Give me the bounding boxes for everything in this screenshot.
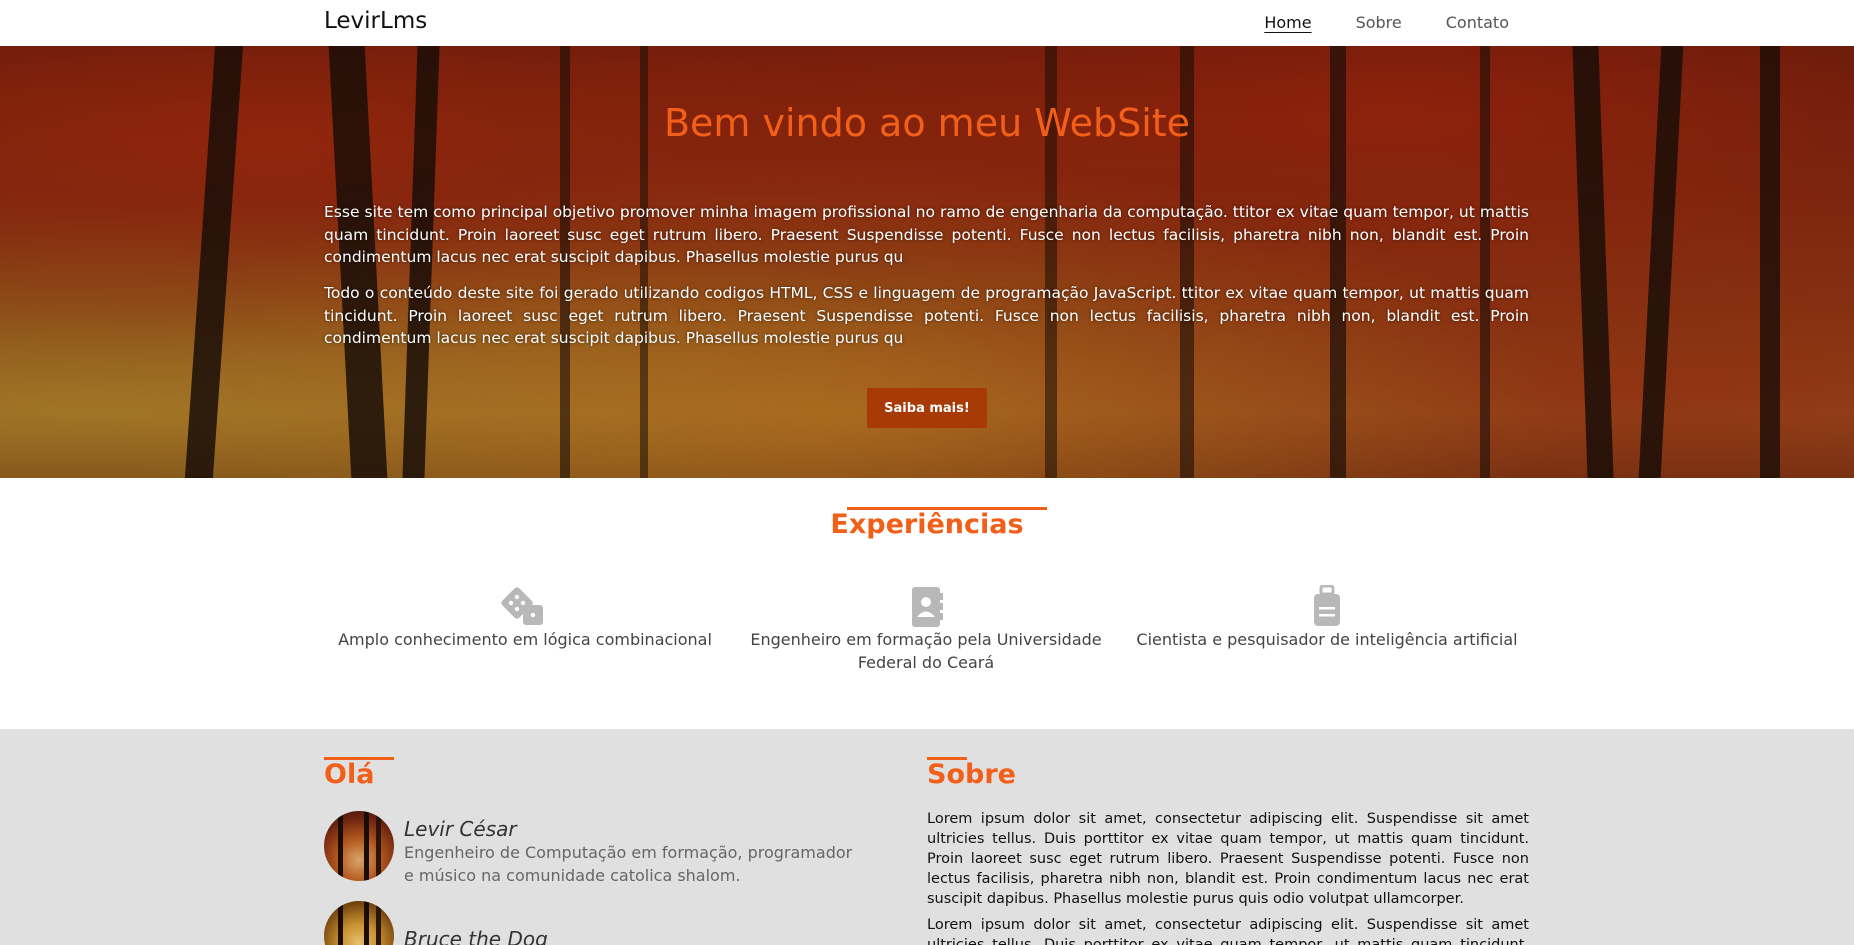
about-paragraph-2: Lorem ipsum dolor sit amet, consectetur … (927, 917, 1529, 945)
about-paragraph-1: Lorem ipsum dolor sit amet, consectetur … (927, 811, 1529, 907)
navbar: LevirLms Home Sobre Contato (0, 0, 1854, 46)
experience-label: Cientista e pesquisador de inteligência … (1136, 630, 1518, 649)
avatar (324, 901, 394, 945)
experience-item: Amplo conhecimento em lógica combinacion… (330, 585, 720, 652)
nav-link-sobre[interactable]: Sobre (1356, 13, 1402, 32)
suitcase-icon (1314, 585, 1340, 626)
experience-item: Engenheiro em formação pela Universidade… (731, 585, 1121, 674)
hero-banner: Bem vindo ao meu WebSite Esse site tem c… (0, 46, 1854, 478)
person-name: Bruce the Dog (404, 927, 548, 945)
brand-logo[interactable]: LevirLms (324, 8, 427, 34)
person-name: Levir César (404, 817, 517, 841)
about-title: Sobre (927, 759, 1016, 790)
experiences-title: Experiências (830, 509, 1024, 540)
nav-links: Home Sobre Contato (1264, 13, 1509, 32)
nav-link-home[interactable]: Home (1264, 13, 1311, 32)
avatar (324, 811, 394, 881)
experience-item: Cientista e pesquisador de inteligência … (1132, 585, 1522, 652)
hello-title: Olá (324, 759, 375, 790)
hero-paragraph-2: Todo o conteúdo deste site foi gerado ut… (324, 284, 1529, 347)
saiba-mais-button[interactable]: Saiba mais! (867, 388, 987, 428)
dice-icon (501, 587, 543, 625)
lower-section: Olá Levir César Engenheiro de Computação… (0, 729, 1854, 945)
experience-label: Amplo conhecimento em lógica combinacion… (338, 630, 712, 649)
person-description: Engenheiro de Computação em formação, pr… (404, 843, 853, 885)
hero-title: Bem vindo ao meu WebSite (663, 101, 1191, 145)
hero-paragraph-1: Esse site tem como principal objetivo pr… (324, 203, 1529, 266)
nav-link-contato[interactable]: Contato (1446, 13, 1509, 32)
address-book-icon (912, 587, 943, 627)
experience-label: Engenheiro em formação pela Universidade… (750, 630, 1102, 672)
